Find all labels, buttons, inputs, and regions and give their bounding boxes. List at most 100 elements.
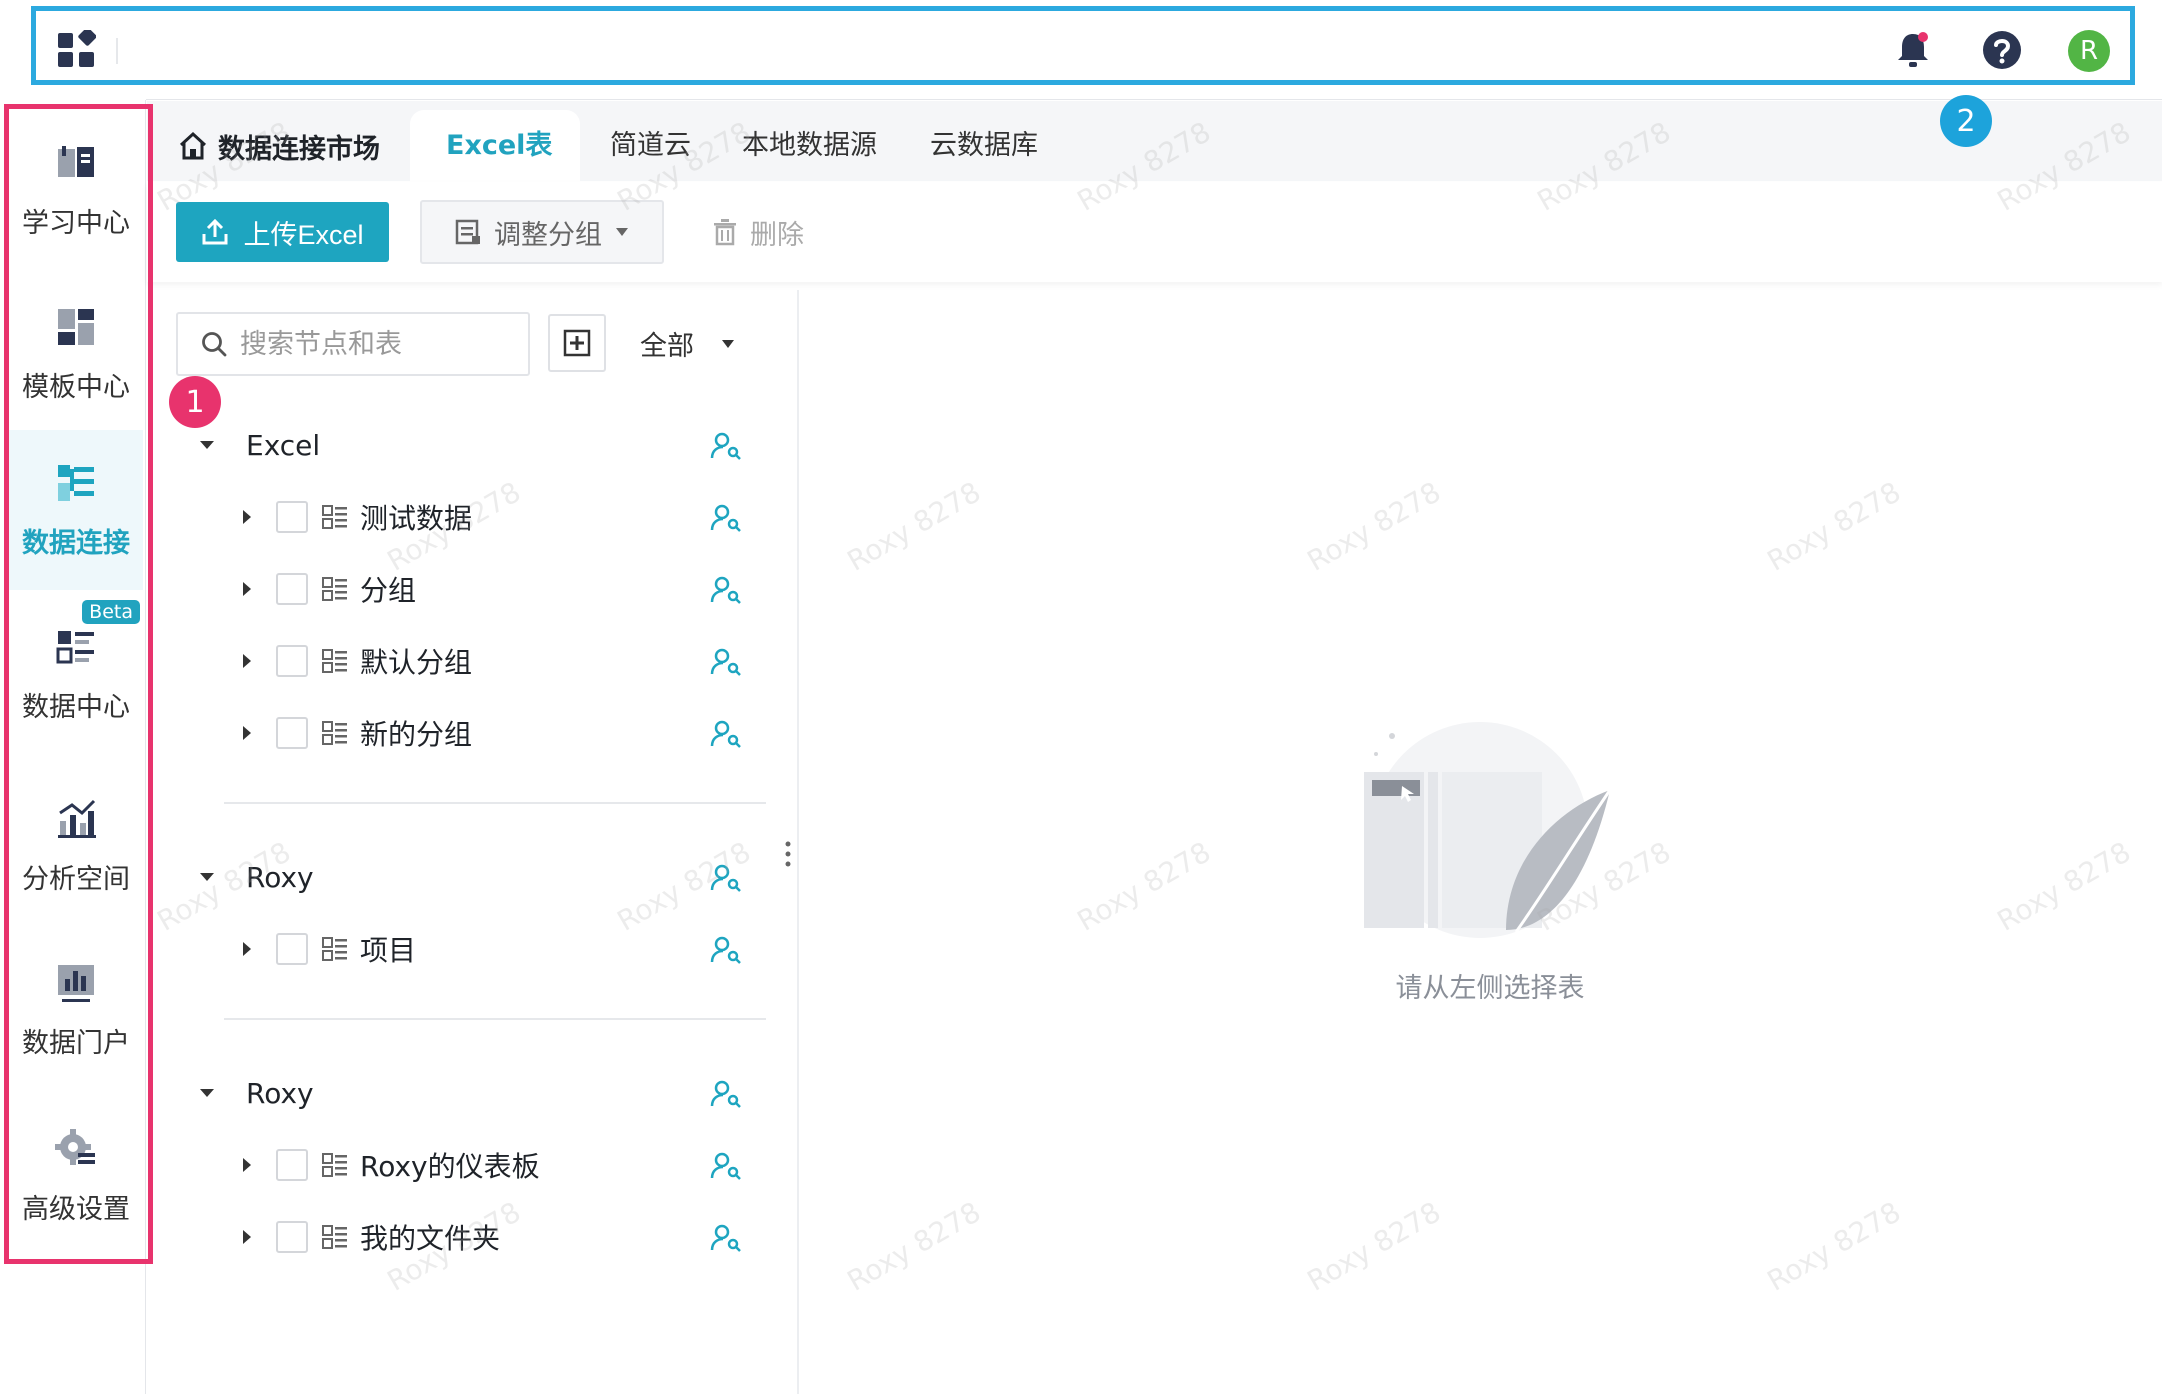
home-icon [179, 131, 207, 160]
breadcrumb[interactable]: 数据连接市场 [178, 126, 380, 166]
caret-down-icon[interactable] [196, 1082, 218, 1104]
chevron-down-icon [722, 339, 734, 348]
sidebar-item-data-connect[interactable]: 数据连接 [9, 430, 143, 590]
book-icon [58, 145, 94, 177]
tree-item-label: Roxy的仪表板 [360, 1150, 540, 1183]
user-permission-icon[interactable] [710, 1150, 742, 1182]
watermark-text: Roxy 8278 [1301, 475, 1447, 578]
tab-jiandaoyun[interactable]: 简道云 [610, 126, 691, 166]
tree-item-my-folder[interactable]: 我的文件夹 [236, 1212, 760, 1262]
upload-excel-button[interactable]: 上传Excel [176, 202, 389, 262]
tree-item-group[interactable]: 分组 [236, 564, 760, 614]
watermark-text: Roxy 8278 [1301, 1195, 1447, 1298]
table-icon [322, 505, 347, 529]
beta-badge: Beta [82, 600, 140, 624]
add-node-button[interactable] [548, 314, 606, 372]
empty-state-text: 请从左侧选择表 [1395, 973, 1585, 1004]
sidebar-item-label: 高级设置 [22, 1193, 130, 1225]
user-permission-icon[interactable] [710, 574, 742, 606]
adjust-group-label: 调整分组 [494, 219, 602, 251]
tree-group-label: Excel [246, 428, 321, 462]
empty-state-illustration [1364, 722, 1612, 938]
chevron-down-icon [616, 228, 628, 236]
tree-item-checkbox[interactable] [276, 717, 308, 749]
user-permission-icon[interactable] [710, 646, 742, 678]
tree-group-label: Roxy [246, 1076, 314, 1110]
tree-item-test-data[interactable]: 测试数据 [236, 492, 760, 542]
tree-group-roxy[interactable]: Roxy [190, 852, 760, 902]
tree-item-project[interactable]: 项目 [236, 924, 760, 974]
sidebar-item-label: 模板中心 [22, 371, 130, 403]
adjust-group-button[interactable]: 调整分组 [420, 200, 664, 264]
tree-item-label: 新的分组 [360, 718, 473, 751]
filter-dropdown[interactable]: 全部 [640, 324, 736, 363]
sidebar-item-learning-center[interactable]: 学习中心 [9, 110, 143, 270]
delete-button[interactable]: 删除 [712, 202, 804, 262]
tree-item-checkbox[interactable] [276, 933, 308, 965]
sidebar-item-advanced-settings[interactable]: 高级设置 [9, 1096, 143, 1256]
sidebar-item-label: 数据门户 [22, 1027, 130, 1059]
user-permission-icon[interactable] [710, 862, 742, 894]
tree-item-label: 我的文件夹 [360, 1222, 501, 1255]
upload-excel-label: 上传Excel [243, 219, 364, 250]
sidebar-item-label: 学习中心 [22, 207, 130, 239]
topbar-highlight-frame [31, 6, 2135, 85]
tree-item-checkbox[interactable] [276, 501, 308, 533]
search-input[interactable] [240, 328, 520, 360]
sidebar-item-data-center[interactable]: Beta 数据中心 [9, 594, 143, 754]
panel-resize-handle[interactable] [784, 840, 792, 868]
tree-group-roxy-2[interactable]: Roxy [190, 1068, 760, 1118]
tree-item-default-group[interactable]: 默认分组 [236, 636, 760, 686]
tab-excel[interactable]: Excel表 [446, 126, 552, 166]
tree-item-roxy-dashboard[interactable]: Roxy的仪表板 [236, 1140, 760, 1190]
tree-item-checkbox[interactable] [276, 573, 308, 605]
data-center-icon [56, 630, 94, 663]
user-permission-icon[interactable] [710, 1222, 742, 1254]
group-list-icon [455, 219, 480, 245]
gear-icon [55, 1128, 95, 1165]
search-box[interactable] [176, 312, 530, 376]
delete-label: 删除 [750, 219, 804, 250]
watermark-text: Roxy 8278 [1991, 835, 2137, 938]
caret-right-icon[interactable] [236, 938, 258, 960]
sidebar-item-data-portal[interactable]: 数据门户 [9, 930, 143, 1090]
table-icon [322, 721, 347, 745]
user-permission-icon[interactable] [710, 430, 742, 462]
tab-cloud-database[interactable]: 云数据库 [930, 126, 1038, 166]
tree-item-checkbox[interactable] [276, 1221, 308, 1253]
tree-item-checkbox[interactable] [276, 645, 308, 677]
tree-group-excel[interactable]: Excel [190, 420, 760, 470]
user-permission-icon[interactable] [710, 934, 742, 966]
sidebar-item-template-center[interactable]: 模板中心 [9, 274, 143, 434]
caret-right-icon[interactable] [236, 578, 258, 600]
breadcrumb-label: 数据连接市场 [218, 133, 380, 165]
filter-label: 全部 [640, 331, 694, 362]
tab-local-datasource[interactable]: 本地数据源 [742, 126, 877, 166]
tree-item-label: 项目 [360, 934, 417, 967]
watermark-text: Roxy 8278 [1071, 835, 1217, 938]
table-icon [322, 1153, 347, 1177]
tree-item-new-group[interactable]: 新的分组 [236, 708, 760, 758]
portal-icon [58, 964, 94, 1002]
caret-right-icon[interactable] [236, 650, 258, 672]
watermark-text: Roxy 8278 [841, 1195, 987, 1298]
tree-item-label: 测试数据 [360, 502, 473, 535]
upload-icon [202, 218, 228, 245]
watermark-text: Roxy 8278 [841, 475, 987, 578]
watermark-text: Roxy 8278 [1761, 1195, 1907, 1298]
user-permission-icon[interactable] [710, 1078, 742, 1110]
caret-right-icon[interactable] [236, 506, 258, 528]
caret-right-icon[interactable] [236, 722, 258, 744]
caret-down-icon[interactable] [196, 434, 218, 456]
table-icon [322, 937, 347, 961]
tree-group-label: Roxy [246, 860, 314, 894]
caret-down-icon[interactable] [196, 866, 218, 888]
user-permission-icon[interactable] [710, 502, 742, 534]
table-icon [322, 577, 347, 601]
tree-item-checkbox[interactable] [276, 1149, 308, 1181]
plus-square-icon [563, 329, 591, 357]
user-permission-icon[interactable] [710, 718, 742, 750]
sidebar-item-analysis-space[interactable]: 分析空间 [9, 766, 143, 926]
caret-right-icon[interactable] [236, 1226, 258, 1248]
caret-right-icon[interactable] [236, 1154, 258, 1176]
